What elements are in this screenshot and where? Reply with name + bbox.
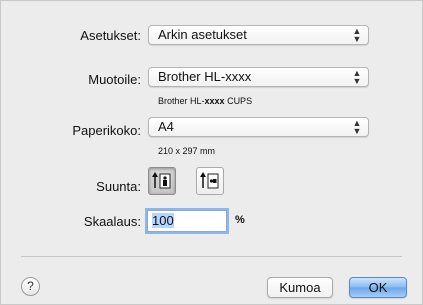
portrait-orientation-icon: [152, 172, 171, 189]
format-for-popup[interactable]: Brother HL-xxxx ▲ ▼: [148, 67, 369, 87]
popup-arrows-icon: ▲ ▼: [352, 68, 362, 86]
footer-separator: [21, 256, 402, 257]
settings-popup[interactable]: Arkin asetukset ▲ ▼: [148, 25, 369, 45]
ok-button[interactable]: OK: [349, 277, 407, 298]
popup-arrows-icon: ▲ ▼: [352, 26, 362, 44]
help-icon: ?: [27, 279, 34, 293]
cancel-button[interactable]: Kumoa: [267, 277, 333, 298]
orientation-label: Suunta:: [96, 179, 141, 194]
paper-size-label: Paperikoko:: [72, 123, 141, 138]
paper-dimensions: 210 x 297 mm: [158, 146, 216, 156]
scale-unit: %: [235, 214, 245, 226]
popup-arrows-icon: ▲ ▼: [352, 118, 362, 136]
scale-label: Skaalaus:: [83, 214, 141, 229]
paper-size-popup[interactable]: A4 ▲ ▼: [148, 117, 369, 137]
portrait-orientation-button[interactable]: [148, 167, 176, 195]
settings-popup-value: Arkin asetukset: [158, 27, 247, 42]
landscape-orientation-icon: [200, 172, 219, 189]
help-button[interactable]: ?: [21, 277, 40, 296]
scale-input-value: 100: [152, 213, 174, 228]
landscape-orientation-button[interactable]: [196, 167, 224, 195]
paper-size-popup-value: A4: [158, 119, 174, 134]
scale-input[interactable]: 100: [147, 210, 227, 232]
format-for-popup-value: Brother HL-xxxx: [158, 69, 252, 84]
format-for-label: Muotoile:: [88, 72, 141, 87]
printer-description: Brother HL-xxxx CUPS: [158, 96, 253, 106]
settings-label: Asetukset:: [80, 28, 141, 43]
page-setup-dialog: Asetukset: Arkin asetukset ▲ ▼ Muotoile: …: [0, 0, 423, 305]
